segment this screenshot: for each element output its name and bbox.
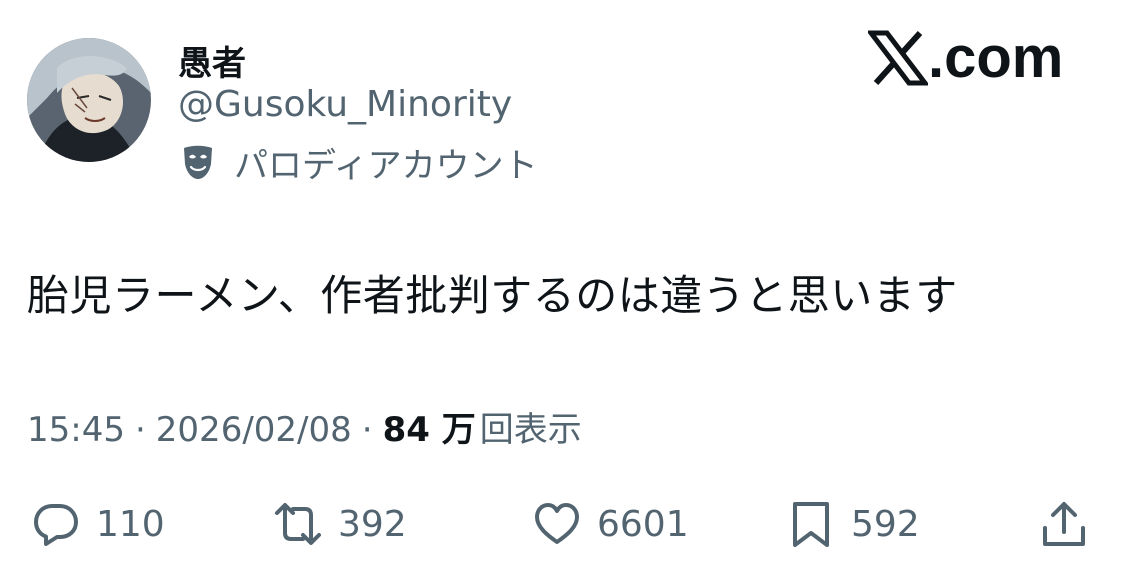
retweet-count: 392 (338, 503, 407, 545)
reply-count: 110 (96, 503, 165, 545)
avatar[interactable] (27, 38, 151, 162)
bookmark-count: 592 (851, 503, 920, 545)
tweet-date[interactable]: 2026/02/08 (156, 410, 352, 450)
bookmark-icon (793, 502, 829, 547)
share-icon (1043, 502, 1085, 546)
reply-button[interactable]: 110 (32, 494, 165, 554)
x-logo (868, 30, 928, 86)
display-name[interactable]: 愚者 (178, 36, 246, 85)
tweet-text: 胎児ラーメン、作者批判するのは違うと思います (27, 271, 958, 320)
like-count: 6601 (597, 503, 689, 545)
meta-separator: · (361, 410, 373, 450)
action-bar: 110 392 6601 592 (0, 494, 1125, 554)
like-button[interactable]: 6601 (533, 494, 689, 554)
views-count: 84 万 (382, 410, 476, 450)
heart-icon (535, 503, 579, 544)
retweet-button[interactable]: 392 (274, 494, 407, 554)
parody-mask-icon (184, 145, 212, 179)
retweet-icon (275, 503, 321, 545)
bookmark-button[interactable]: 592 (787, 494, 920, 554)
reply-icon (34, 504, 78, 546)
tweet-time[interactable]: 15:45 (27, 410, 125, 450)
avatar-image (27, 38, 151, 162)
brand-watermark: .com (868, 25, 1064, 90)
brand-domain: .com (928, 25, 1064, 90)
parody-badge: パロディアカウント (178, 140, 538, 186)
views-label: 回表示 (479, 410, 582, 450)
meta-separator: · (134, 410, 146, 450)
user-handle[interactable]: @Gusoku_Minority (178, 84, 512, 125)
share-button[interactable] (1040, 494, 1088, 554)
tweet-meta: 15:45 · 2026/02/08 · 84 万 回表示 (27, 402, 582, 451)
parody-label: パロディアカウント (234, 145, 538, 186)
